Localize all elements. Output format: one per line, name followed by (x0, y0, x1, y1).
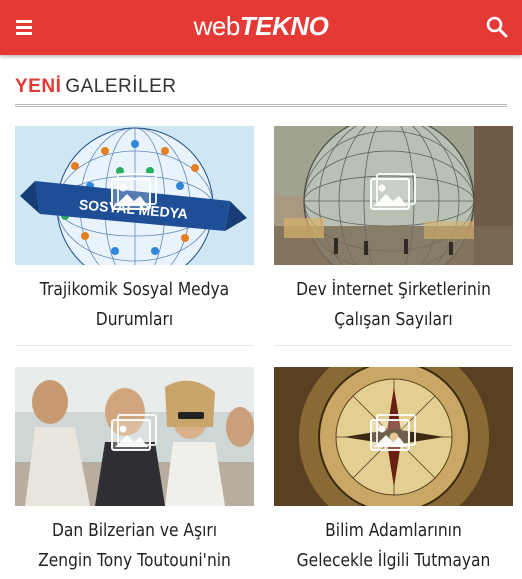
gallery-thumbnail[interactable] (274, 367, 513, 506)
image-gallery-icon (111, 414, 157, 451)
gallery-title-line: Dev İnternet Şirketlerinin (296, 279, 491, 300)
gallery-title-line: Bilim Adamlarının (325, 520, 462, 541)
gallery-title[interactable]: Trajikomik Sosyal Medya Durumları (32, 275, 238, 335)
gallery-title-line: Gelecekle İlgili Tutmayan (296, 550, 491, 571)
site-logo[interactable]: webTEKNO (0, 10, 522, 42)
gallery-card[interactable]: Dev İnternet Şirketlerinin Çalışan Sayıl… (274, 126, 513, 346)
gallery-card[interactable]: Bilim Adamlarının Gelecekle İlgili Tutma… (274, 367, 513, 579)
gallery-title-line: Durumları (95, 309, 174, 330)
gallery-title-line: Trajikomik Sosyal Medya (39, 279, 230, 300)
logo-part-web: web (193, 11, 241, 41)
app-header: webTEKNO (0, 0, 522, 55)
gallery-thumbnail[interactable]: SOSYAL MEDYA (15, 126, 254, 265)
gallery-title-line: Çalışan Sayıları (334, 309, 453, 330)
section-title-accent: YENİ (15, 76, 62, 97)
section-title-label: GALERİLER (65, 76, 177, 97)
gallery-thumbnail[interactable] (15, 367, 254, 506)
gallery-title[interactable]: Dan Bilzerian ve Aşırı Zengin Tony Touto… (32, 516, 238, 576)
gallery-card[interactable]: SOSYAL MEDYA Trajikomik Sosyal Medya Dur… (15, 126, 254, 346)
search-icon (486, 16, 508, 38)
gallery-thumbnail[interactable] (274, 126, 513, 265)
gallery-title-line: Zengin Tony Toutouni'nin (38, 550, 231, 571)
image-gallery-icon (370, 414, 416, 451)
image-gallery-icon (370, 173, 416, 210)
gallery-card[interactable]: Dan Bilzerian ve Aşırı Zengin Tony Touto… (15, 367, 254, 579)
gallery-title-line: Dan Bilzerian ve Aşırı (51, 520, 218, 541)
section-title: YENİ GALERİLER (15, 77, 507, 107)
gallery-title[interactable]: Bilim Adamlarının Gelecekle İlgili Tutma… (291, 516, 497, 576)
image-gallery-icon (111, 173, 157, 210)
logo-part-tekno: TEKNO (239, 11, 329, 41)
search-button[interactable] (484, 14, 510, 40)
gallery-title[interactable]: Dev İnternet Şirketlerinin Çalışan Sayıl… (291, 275, 497, 335)
